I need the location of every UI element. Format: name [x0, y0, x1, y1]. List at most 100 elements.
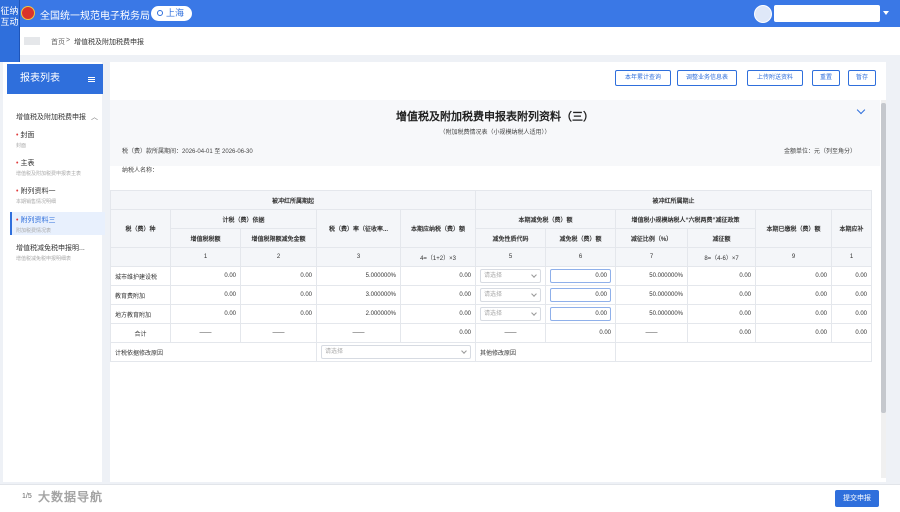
interaction-tab[interactable]: 征纳互动 — [0, 0, 20, 62]
other-reason-value[interactable] — [615, 342, 872, 362]
required-marker: • — [16, 132, 19, 139]
header-small-amount: 减征额 — [687, 228, 756, 248]
report-progress: 1/5 — [22, 493, 32, 500]
adjust-business-info-button[interactable]: 调整业务信息表 — [677, 70, 737, 86]
header-relief-code: 减免性质代码 — [475, 228, 546, 248]
declaration-form: 增值税及附加税费申报表附列资料（三） （附加税费情况表（小规模纳税人适用）） 税… — [110, 100, 880, 478]
sidebar-item-sub: 增值税减免税申报明细表 — [16, 256, 72, 262]
tax-period-label: 税（费）款所属期间： — [122, 149, 183, 155]
cell-small-ratio: 50.000000% — [615, 285, 688, 305]
relief-amount-input[interactable]: 0.00 — [550, 288, 611, 302]
column-number: 1 — [831, 247, 872, 267]
cell-basis-vat: 0.00 — [170, 304, 241, 324]
chevron-up-icon[interactable]: ︿ — [91, 112, 98, 122]
relief-amount-input[interactable]: 0.00 — [550, 307, 611, 321]
form-subtitle: （附加税费情况表（小规模纳税人适用）） — [439, 130, 551, 136]
user-avatar[interactable] — [754, 5, 772, 23]
vertical-scrollbar[interactable] — [881, 100, 886, 478]
region-switch[interactable]: 上海 — [151, 6, 193, 21]
header-relief-amount: 减免税（费）额 — [545, 228, 616, 248]
cell-small-amount: 0.00 — [687, 266, 756, 286]
required-marker: • — [16, 217, 19, 224]
cell-small-amount: 0.00 — [687, 304, 756, 324]
cell-supplement: 0.00 — [831, 304, 872, 324]
chevron-down-icon[interactable] — [883, 11, 889, 15]
bottom-bar: 1/5 大数据导航 提交申报 — [0, 484, 900, 512]
sidebar-item-label: 增值税减免税申报明... — [16, 245, 85, 252]
breadcrumb-home[interactable]: 首页 — [51, 37, 65, 47]
column-number: 4=（1+2）×3 — [400, 247, 476, 267]
cell-payable: 0.00 — [400, 285, 476, 305]
cell-dash: —— — [316, 323, 401, 343]
column-number: 8=（4-6）×7 — [687, 247, 756, 267]
cell-rate: 5.000000% — [316, 266, 401, 286]
surcharge-table: 被冲红所属期起 被冲红所属期止 税（费）种 计税（费）依据 税（费）率（征收率.… — [110, 190, 872, 362]
sidebar-item-label: 主表 — [20, 160, 35, 167]
tax-period-value: 2026-04-01 至 2026-06-30 — [182, 149, 253, 155]
relief-code-select[interactable]: 请选择 — [480, 288, 541, 302]
menu-icon[interactable] — [88, 77, 95, 82]
cell-rate: 2.000000% — [316, 304, 401, 324]
header-basis-vat: 增值税税额 — [170, 228, 241, 248]
header-supplement: 本期应补 — [831, 209, 872, 248]
sidebar-item-relief-detail[interactable]: 增值税减免税申报明... 增值税减免税申报明细表 — [16, 243, 104, 262]
sidebar-item-main-table[interactable]: • 主表增值税及附加税费申报表主表 — [16, 158, 104, 177]
sidebar-item-sub: 附加税费情况表 — [16, 228, 52, 234]
sidebar-item-label: 封面 — [20, 132, 35, 139]
row-tax-type: 地方教育附加 — [110, 304, 171, 324]
sidebar-item-sub: 本期销售情况明细 — [16, 199, 57, 205]
form-title: 增值税及附加税费申报表附列资料（三） — [396, 111, 594, 123]
basis-reason-select[interactable]: 请选择 — [321, 345, 471, 359]
breadcrumb: 首页 > 增值税及附加税费申报 — [20, 27, 900, 55]
column-number: 6 — [545, 247, 616, 267]
sidebar-group[interactable]: 增值税及附加税费申报 ︿ — [16, 112, 98, 122]
row-tax-type: 教育费附加 — [110, 285, 171, 305]
taxpayer-name-label: 纳税人名称： — [122, 168, 159, 174]
location-pin-icon — [157, 10, 163, 16]
sidebar-item-label: 附列资料一 — [20, 188, 56, 195]
relief-code-select[interactable]: 请选择 — [480, 269, 541, 283]
upload-attachments-button[interactable]: 上传附送资料 — [747, 70, 803, 86]
cell-basis-deduct: 0.00 — [240, 266, 317, 286]
table-row-reasons: 计税依据修改原因 请选择 其他修改原因 — [110, 342, 872, 362]
cell-small-ratio: 50.000000% — [615, 304, 688, 324]
cell-payable: 0.00 — [400, 304, 476, 324]
cell-dash: —— — [170, 323, 241, 343]
reset-button[interactable]: 重置 — [812, 70, 840, 86]
sidebar-item-cover[interactable]: • 封面 封面 — [16, 130, 104, 149]
relief-amount-input[interactable]: 0.00 — [550, 269, 611, 283]
sidebar-item-schedule-3[interactable]: • 附列资料三 附加税费情况表 — [10, 212, 105, 235]
cell-paid: 0.00 — [755, 304, 832, 324]
header-paid: 本期已缴税（费）额 — [755, 209, 832, 248]
breadcrumb-separator: > — [66, 37, 71, 44]
section-period-start: 被冲红所属期起 — [110, 190, 476, 210]
required-marker: • — [16, 188, 19, 195]
sidebar-item-schedule-1[interactable]: • 附列资料一本期销售情况明细 — [16, 186, 104, 205]
required-marker: • — [16, 160, 19, 167]
submit-declaration-button[interactable]: 提交申报 — [835, 490, 879, 507]
home-icon[interactable] — [24, 37, 40, 45]
save-draft-button[interactable]: 暂存 — [848, 70, 876, 86]
cell-basis-vat: 0.00 — [170, 285, 241, 305]
region-label: 上海 — [166, 8, 185, 18]
relief-code-select[interactable]: 请选择 — [480, 307, 541, 321]
cell-supplement-total: 0.00 — [831, 323, 872, 343]
annual-cumulative-query-button[interactable]: 本年累计查询 — [615, 70, 671, 86]
user-name-box[interactable] — [774, 5, 880, 22]
column-number: 1 — [170, 247, 241, 267]
scrollbar-thumb[interactable] — [881, 103, 886, 413]
cell-payable: 0.00 — [400, 266, 476, 286]
column-number: 2 — [240, 247, 317, 267]
report-list-panel: 报表列表 增值税及附加税费申报 ︿ • 封面 封面 • 主表 增值税及附加税费申报表主表 … — [3, 62, 105, 482]
cell-paid: 0.00 — [755, 266, 832, 286]
cell-small-amount: 0.00 — [687, 285, 756, 305]
report-list-title: 报表列表 — [20, 73, 60, 84]
column-number-blank — [110, 247, 171, 267]
cell-basis-vat: 0.00 — [170, 266, 241, 286]
cell-dash: —— — [240, 323, 317, 343]
sidebar-item-sub: 增值税及附加税费申报表主表 — [16, 171, 82, 177]
cell-payable-total: 0.00 — [400, 323, 476, 343]
sidebar-group-label: 增值税及附加税费申报 — [16, 114, 86, 121]
cell-relief-total: 0.00 — [545, 323, 616, 343]
main-content: 本年累计查询 调整业务信息表 上传附送资料 重置 暂存 增值税及附加税费申报表附… — [110, 62, 886, 482]
